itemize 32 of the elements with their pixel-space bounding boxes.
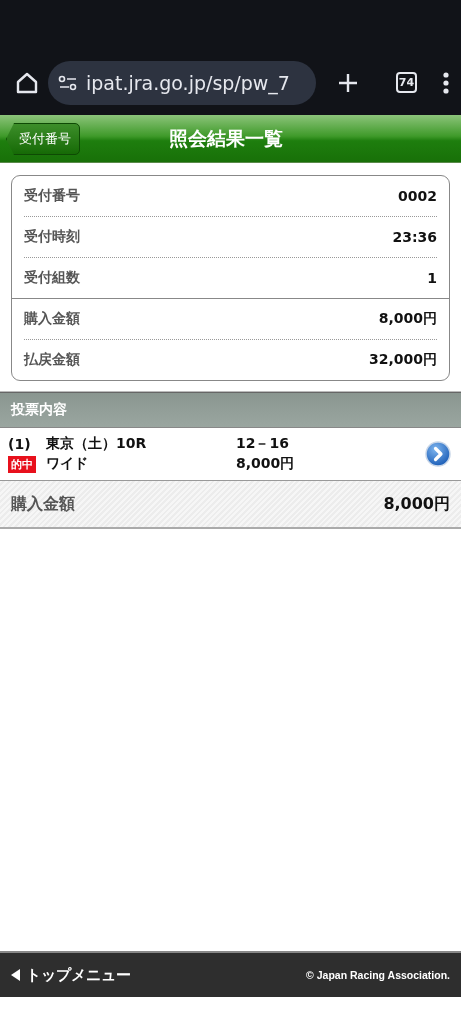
hit-badge: 的中: [8, 455, 36, 473]
bet-number: (1): [8, 436, 32, 452]
field-label: 受付時刻: [24, 228, 80, 246]
top-menu-link[interactable]: トップメニュー: [11, 965, 131, 985]
field-value: 23:36: [392, 229, 437, 245]
copyright: © Japan Racing Association.: [306, 969, 450, 981]
bet-amount: 8,000円: [236, 455, 296, 473]
bet-type: ワイド: [46, 455, 89, 473]
total-label: 購入金額: [11, 493, 75, 515]
tab-count[interactable]: 74: [396, 72, 417, 93]
field-value: 0002: [398, 188, 437, 204]
field-label: 受付番号: [24, 187, 80, 205]
page-title: 照会結果一覧: [168, 125, 283, 151]
new-tab-icon[interactable]: [338, 72, 358, 93]
field-label: 受付組数: [24, 269, 80, 287]
home-icon[interactable]: [16, 71, 38, 94]
field-value: 1: [427, 270, 437, 286]
chevron-right-icon[interactable]: [425, 441, 451, 467]
race-name: 東京（土）10R: [46, 435, 148, 453]
section-header: 投票内容: [0, 392, 461, 427]
triangle-left-icon: [11, 969, 20, 981]
address-bar[interactable]: ipat.jra.go.jp/sp/pw_7: [48, 60, 316, 105]
field-label: 購入金額: [24, 310, 80, 328]
field-value: 32,000円: [368, 351, 437, 369]
total-value: 8,000円: [383, 493, 450, 515]
site-settings-icon[interactable]: [58, 74, 78, 91]
back-button[interactable]: 受付番号: [6, 123, 80, 155]
field-value: 8,000円: [378, 310, 437, 328]
url-text: ipat.jra.go.jp/sp/pw_7: [86, 71, 290, 94]
field-label: 払戻金額: [24, 351, 80, 369]
menu-icon[interactable]: [443, 71, 449, 94]
combination: 12－16: [236, 435, 290, 453]
